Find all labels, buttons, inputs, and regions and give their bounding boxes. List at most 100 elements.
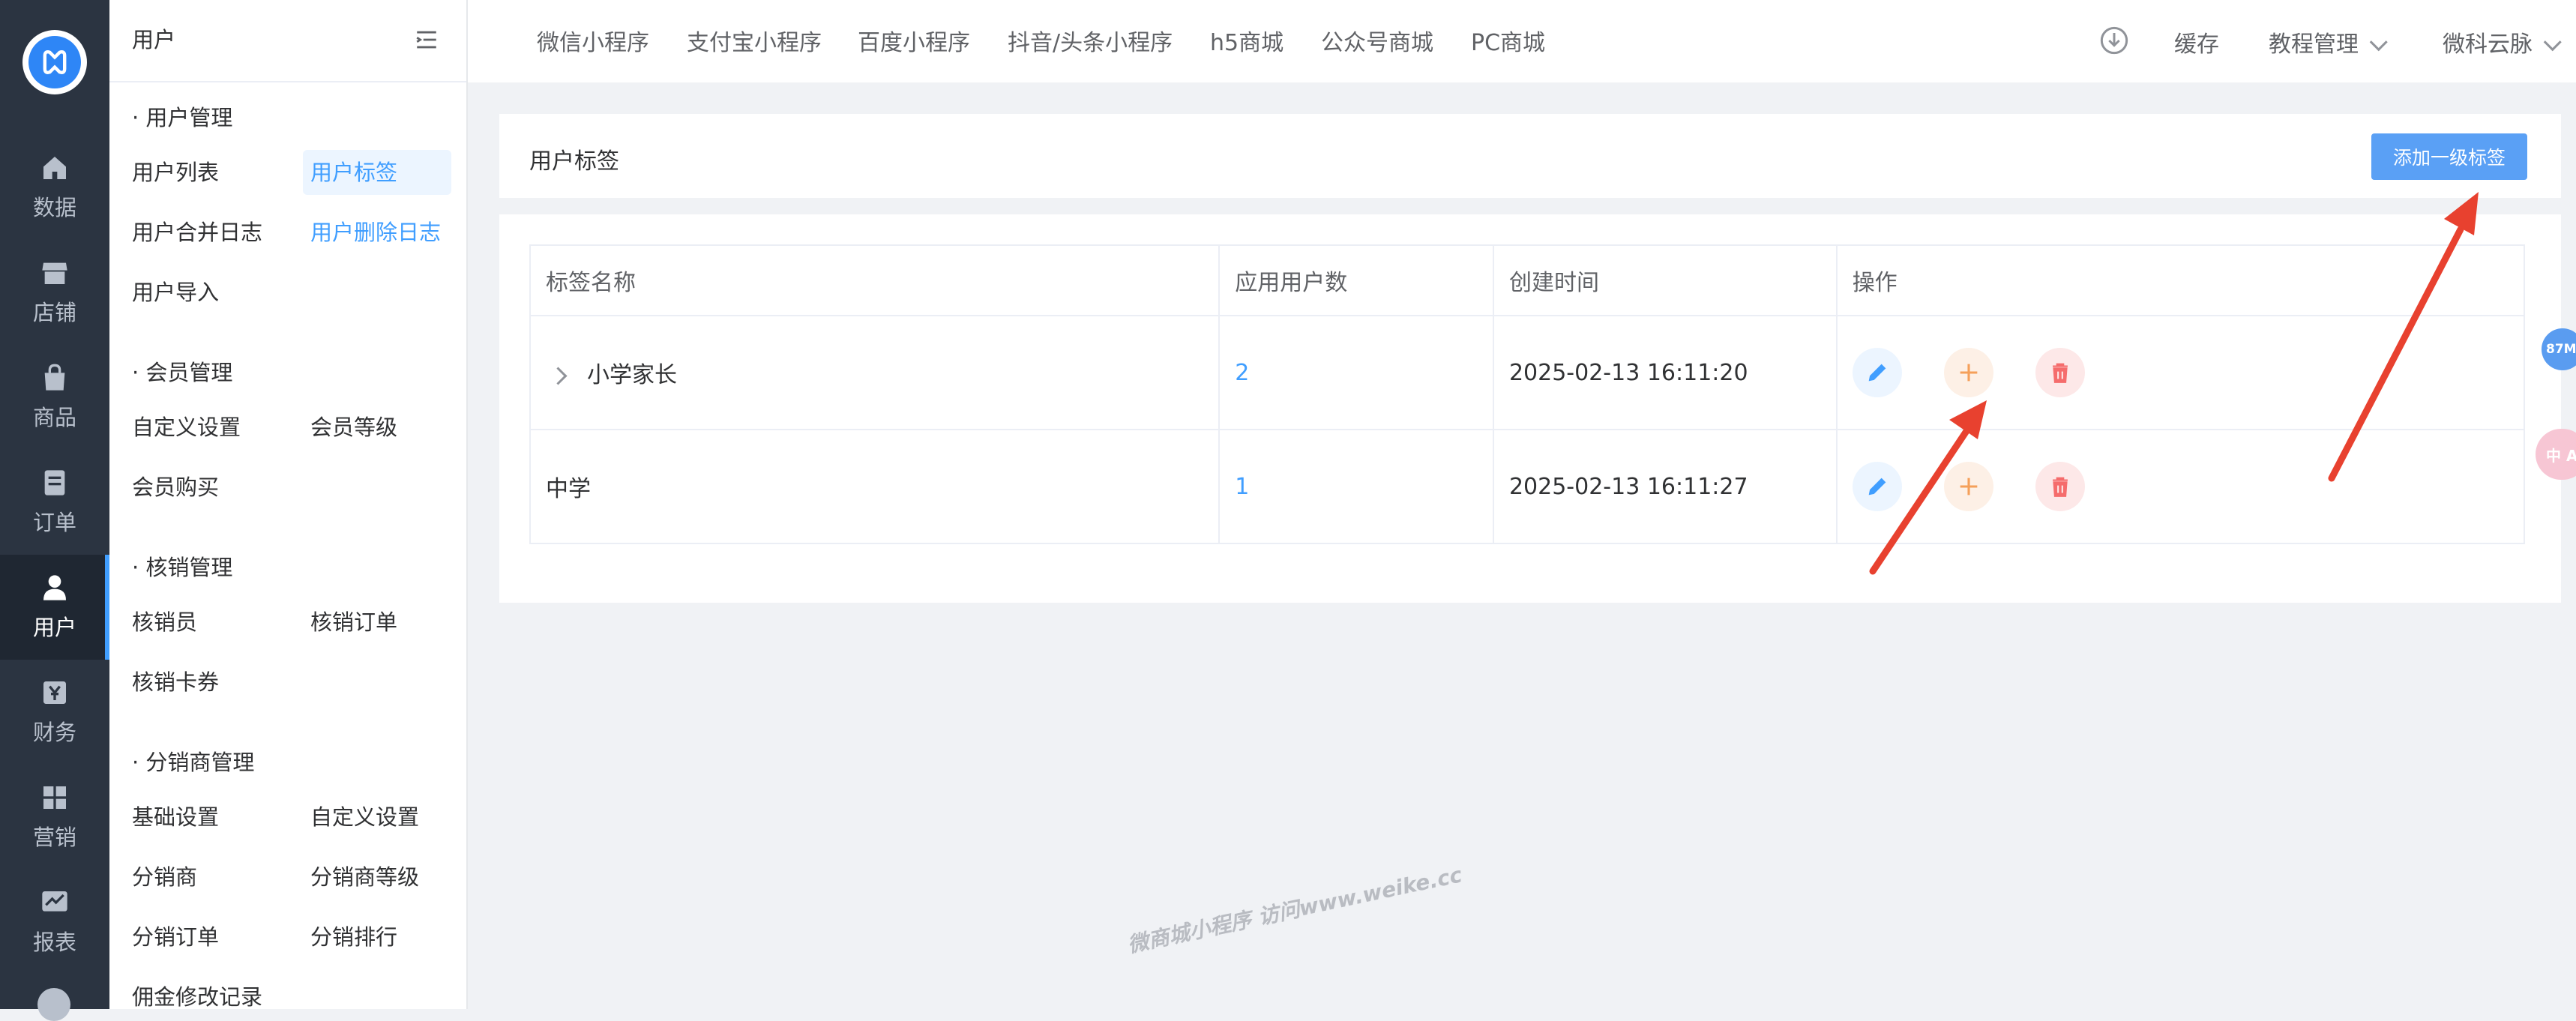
delete-tag-button[interactable] <box>2035 462 2085 511</box>
menu-link-member-purchase[interactable]: 会员购买 <box>124 465 226 510</box>
tutorial-menu[interactable]: 教程管理 <box>2269 25 2388 58</box>
store-icon <box>42 262 67 284</box>
watermark: 微商城小程序 访问www.weike.cc <box>1125 862 1465 958</box>
add-child-tag-button[interactable] <box>1943 348 1993 397</box>
menu-link-distribution-ranking[interactable]: 分销排行 <box>303 915 405 960</box>
plus-icon <box>1960 478 1978 496</box>
tab-alipay-miniprogram[interactable]: 支付宝小程序 <box>687 24 822 57</box>
finance-icon <box>43 681 66 704</box>
account-menu-label: 微科云脉 <box>2443 31 2533 58</box>
tutorial-menu-label: 教程管理 <box>2269 31 2359 58</box>
edit-tag-button[interactable] <box>1852 462 1902 511</box>
menu-link-distributors[interactable]: 分销商 <box>124 855 205 900</box>
page-title: 用户标签 <box>529 148 619 175</box>
created-time-cell: 2025-02-13 16:11:20 <box>1492 315 1838 430</box>
rail-item-store[interactable]: 店铺 <box>0 240 109 345</box>
menu-link-user-list[interactable]: 用户列表 <box>124 150 226 195</box>
menu-link-custom-settings[interactable]: 自定义设置 <box>124 405 248 450</box>
column-header-tag-name: 标签名称 <box>529 244 1221 316</box>
menu-link-user-tags[interactable]: 用户标签 <box>303 150 451 195</box>
menu-link-user-delete-log[interactable]: 用户删除日志 <box>303 210 448 255</box>
group-title-user-management: · 用户管理 <box>132 105 233 130</box>
table-card: 标签名称 应用用户数 创建时间 操作 小学家长 2 2025-02-13 16:… <box>499 214 2561 603</box>
rail-item-label: 商品 <box>32 405 76 430</box>
trash-icon <box>2052 363 2068 383</box>
tab-douyin-miniprogram[interactable]: 抖音/头条小程序 <box>1008 24 1173 57</box>
top-bar: 微信小程序 支付宝小程序 百度小程序 抖音/头条小程序 h5商城 公众号商城 P… <box>468 0 2576 82</box>
add-child-tag-button[interactable] <box>1943 462 1993 511</box>
bag-icon <box>44 364 65 391</box>
report-icon <box>42 891 67 912</box>
column-header-actions: 操作 <box>1835 244 2526 316</box>
cache-button[interactable]: 缓存 <box>2174 25 2219 58</box>
pencil-icon <box>1868 364 1886 382</box>
tab-h5-store[interactable]: h5商城 <box>1210 24 1284 57</box>
actions-cell <box>1835 429 2526 544</box>
menu-link-verification-orders[interactable]: 核销订单 <box>303 600 405 645</box>
table-header-row: 标签名称 应用用户数 创建时间 操作 <box>529 244 2526 316</box>
home-icon <box>43 157 66 179</box>
user-count-cell: 2 <box>1218 315 1494 430</box>
created-time-cell: 2025-02-13 16:11:27 <box>1492 429 1838 544</box>
menu-link-basic-settings[interactable]: 基础设置 <box>124 795 226 840</box>
menu-link-user-merge-log[interactable]: 用户合并日志 <box>124 210 270 255</box>
app-logo[interactable] <box>22 30 87 94</box>
marketing-icon <box>43 786 66 809</box>
sub-menu-header: 用户 <box>109 0 466 82</box>
menu-link-user-import[interactable]: 用户导入 <box>124 270 226 315</box>
menu-link-distributor-levels[interactable]: 分销商等级 <box>303 855 427 900</box>
tab-pc-store[interactable]: PC商城 <box>1471 24 1545 57</box>
column-header-created-time: 创建时间 <box>1492 244 1838 316</box>
chevron-down-icon <box>2369 33 2388 52</box>
tab-wechat-miniprogram[interactable]: 微信小程序 <box>537 24 649 57</box>
table-row: 中学 1 2025-02-13 16:11:27 <box>529 429 2526 544</box>
collapse-menu-icon[interactable] <box>414 27 439 52</box>
menu-link-verification-coupons[interactable]: 核销卡券 <box>124 660 226 705</box>
settings-icon[interactable] <box>37 988 70 1021</box>
tag-name-cell: 小学家长 <box>529 315 1221 430</box>
rail-item-users[interactable]: 用户 <box>0 555 109 660</box>
rail-item-data[interactable]: 数据 <box>0 135 109 240</box>
column-header-user-count: 应用用户数 <box>1218 244 1494 316</box>
rail-item-label: 营销 <box>32 825 76 850</box>
rail-item-label: 用户 <box>32 615 76 640</box>
tab-baidu-miniprogram[interactable]: 百度小程序 <box>858 24 970 57</box>
menu-link-distributor-custom-settings[interactable]: 自定义设置 <box>303 795 427 840</box>
page-header-card: 用户标签 添加一级标签 <box>499 114 2561 198</box>
delete-tag-button[interactable] <box>2035 348 2085 397</box>
rail-item-label: 财务 <box>32 720 76 745</box>
rail-item-goods[interactable]: 商品 <box>0 345 109 450</box>
download-icon[interactable] <box>2099 25 2129 55</box>
menu-link-verifiers[interactable]: 核销员 <box>124 600 205 645</box>
order-icon <box>44 470 65 496</box>
rail-item-label: 数据 <box>32 195 76 220</box>
logo-icon <box>43 50 67 74</box>
pencil-icon <box>1868 478 1886 496</box>
rail-item-marketing[interactable]: 营销 <box>0 765 109 870</box>
account-menu[interactable]: 微科云脉 <box>2443 25 2562 58</box>
user-tags-table: 标签名称 应用用户数 创建时间 操作 小学家长 2 2025-02-13 16:… <box>529 244 2526 544</box>
user-count-link[interactable]: 1 <box>1235 474 1249 500</box>
rail-item-reports[interactable]: 报表 <box>0 870 109 975</box>
group-title-distributor: · 分销商管理 <box>132 750 255 775</box>
actions-cell <box>1835 315 2526 430</box>
add-top-level-tag-button[interactable]: 添加一级标签 <box>2371 133 2527 180</box>
rail-item-orders[interactable]: 订单 <box>0 450 109 555</box>
tab-official-account-store[interactable]: 公众号商城 <box>1321 24 1433 57</box>
tag-name: 小学家长 <box>587 362 677 388</box>
group-title-verification: · 核销管理 <box>132 555 233 580</box>
menu-link-distribution-orders[interactable]: 分销订单 <box>124 915 226 960</box>
chevron-right-icon[interactable] <box>549 367 568 385</box>
edit-tag-button[interactable] <box>1852 348 1902 397</box>
rail-item-finance[interactable]: 财务 <box>0 660 109 765</box>
menu-link-commission-log[interactable]: 佣金修改记录 <box>124 975 270 1020</box>
menu-link-member-levels[interactable]: 会员等级 <box>303 405 405 450</box>
user-count-cell: 1 <box>1218 429 1494 544</box>
rail-item-label: 订单 <box>32 510 76 535</box>
user-count-link[interactable]: 2 <box>1235 360 1249 386</box>
table-row: 小学家长 2 2025-02-13 16:11:20 <box>529 315 2526 430</box>
trash-icon <box>2052 477 2068 497</box>
chevron-down-icon <box>2543 33 2562 52</box>
tag-name-cell: 中学 <box>529 429 1221 544</box>
group-title-member-management: · 会员管理 <box>132 360 233 385</box>
